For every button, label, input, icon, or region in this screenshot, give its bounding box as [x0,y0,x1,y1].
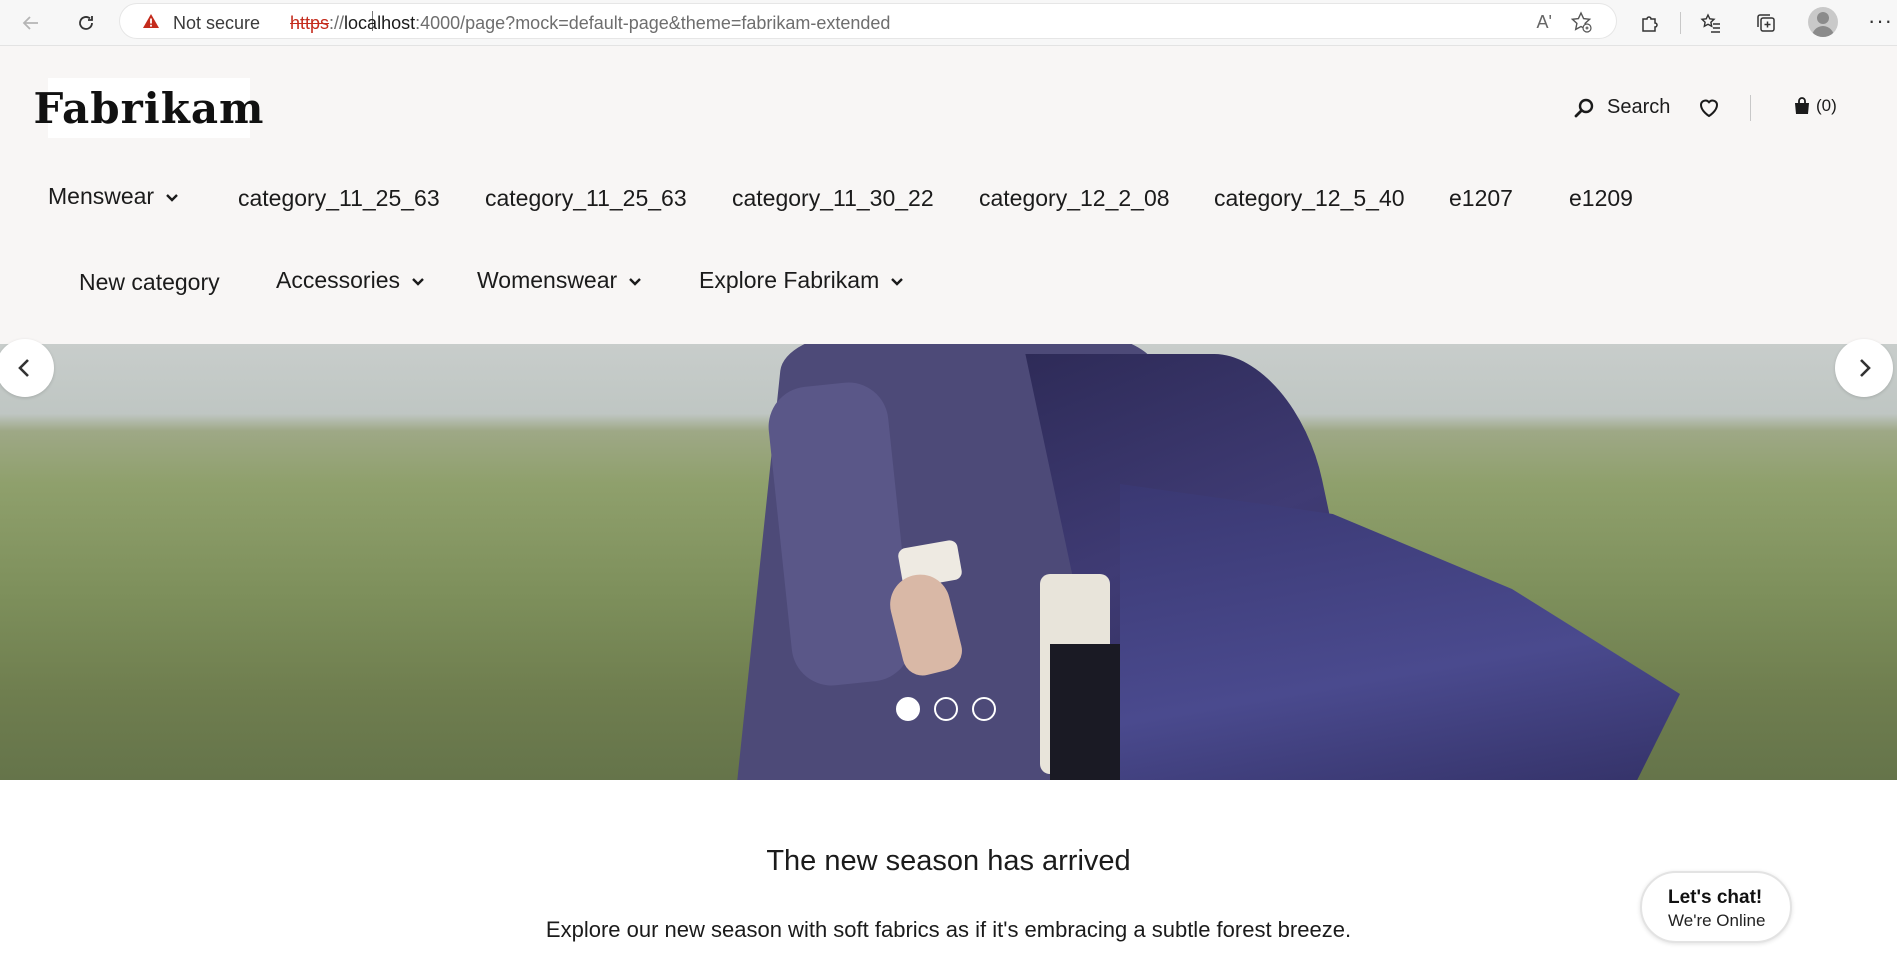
carousel-next-button[interactable] [1835,339,1893,397]
url-path: :4000/page?mock=default-page&theme=fabri… [415,13,891,33]
header-divider [1750,95,1751,121]
nav-item-label: Womenswear [477,267,618,293]
nav-item-e1207[interactable]: e1207 [1449,185,1513,212]
nav-item-category-11-25-63-second[interactable]: category_11_25_63 [485,185,687,212]
cart-button[interactable]: (0) [1792,96,1837,116]
nav-item-label: category_12_2_08 [979,185,1170,211]
carousel-indicators [896,697,996,721]
nav-item-label: category_11_30_22 [732,185,934,211]
not-secure-label[interactable]: Not secure [173,13,260,34]
nav-item-explore-fabrikam[interactable]: Explore Fabrikam [699,267,905,294]
puzzle-icon [1642,16,1658,32]
chat-status: We're Online [1668,911,1766,930]
site-header: Fabrikam Search (0) Menswear category_11… [0,46,1897,344]
chat-title: Let's chat! [1668,887,1763,908]
nav-item-label: category_12_5_40 [1214,185,1405,211]
url-text[interactable]: https://localhost:4000/page?mock=default… [290,13,890,34]
cart-count: (0) [1816,96,1837,115]
nav-item-label: Menswear [48,183,155,209]
nav-item-label: Accessories [276,267,400,293]
nav-item-category-11-25-63[interactable]: category_11_25_63 [238,185,440,212]
url-separator: :// [329,13,345,33]
url-host: localhost [344,13,416,33]
nav-item-category-12-2-08[interactable]: category_12_2_08 [979,185,1170,212]
nav-item-accessories[interactable]: Accessories [276,267,426,294]
toolbar-divider [1680,12,1681,34]
back-arrow-icon [22,16,38,30]
nav-item-label: category_11_25_63 [238,185,440,211]
chevron-down-icon [412,277,424,286]
section-subtext: Explore our new season with soft fabrics… [545,917,1352,942]
nav-item-e1209[interactable]: e1209 [1569,185,1633,212]
shopping-bag-icon [1795,97,1809,114]
profile-avatar[interactable] [1808,7,1838,37]
favorites-button[interactable] [1697,9,1725,37]
nav-item-label: New category [79,269,220,295]
fabrikam-logo[interactable]: Fabrikam [34,78,263,138]
search-label: Search [1607,96,1671,118]
nav-item-label: e1207 [1449,185,1513,211]
nav-item-label: e1209 [1569,185,1633,211]
hero-shadow-shape [1050,644,1120,780]
warning-icon [143,14,159,28]
add-favorite-icon[interactable] [1570,11,1592,33]
wishlist-heart-icon[interactable] [1697,96,1721,120]
section-headline: The new season has arrived [766,845,1131,877]
favorites-star-list-icon [1700,13,1720,33]
chevron-down-icon [629,277,642,286]
carousel-dot-2[interactable] [934,697,958,721]
nav-item-category-11-30-22[interactable]: category_11_30_22 [732,185,934,212]
refresh-button[interactable] [72,9,100,37]
collections-button[interactable] [1752,9,1780,37]
chat-widget-button[interactable]: Let's chat! We're Online [1640,871,1792,943]
search-icon [1574,98,1594,117]
extensions-button[interactable] [1636,9,1664,37]
chevron-right-icon [1860,359,1871,377]
nav-item-label: Explore Fabrikam [699,267,880,293]
nav-item-label: category_11_25_63 [485,185,687,211]
chevron-down-icon [891,277,904,286]
search-button[interactable]: Search [1573,96,1670,119]
nav-item-menswear[interactable]: Menswear [48,183,180,210]
carousel-dot-1[interactable] [896,697,920,721]
nav-item-womenswear[interactable]: Womenswear [477,267,643,294]
collections-icon [1757,14,1775,32]
chevron-left-icon [18,359,29,377]
refresh-icon [79,16,93,30]
carousel-dot-3[interactable] [972,697,996,721]
chevron-down-icon [166,193,178,202]
hero-flare-shape [1120,484,1680,780]
nav-item-new-category[interactable]: New category [79,269,220,296]
nav-item-category-12-5-40[interactable]: category_12_5_40 [1214,185,1405,212]
more-menu-icon[interactable]: ··· [1868,8,1893,34]
browser-toolbar: Not secure https://localhost:4000/page?m… [0,0,1897,46]
url-protocol: https [290,13,330,33]
back-button[interactable] [17,9,45,37]
read-aloud-icon[interactable]: Aʹ [1537,12,1552,33]
address-bar[interactable]: Not secure https://localhost:4000/page?m… [120,4,1616,38]
